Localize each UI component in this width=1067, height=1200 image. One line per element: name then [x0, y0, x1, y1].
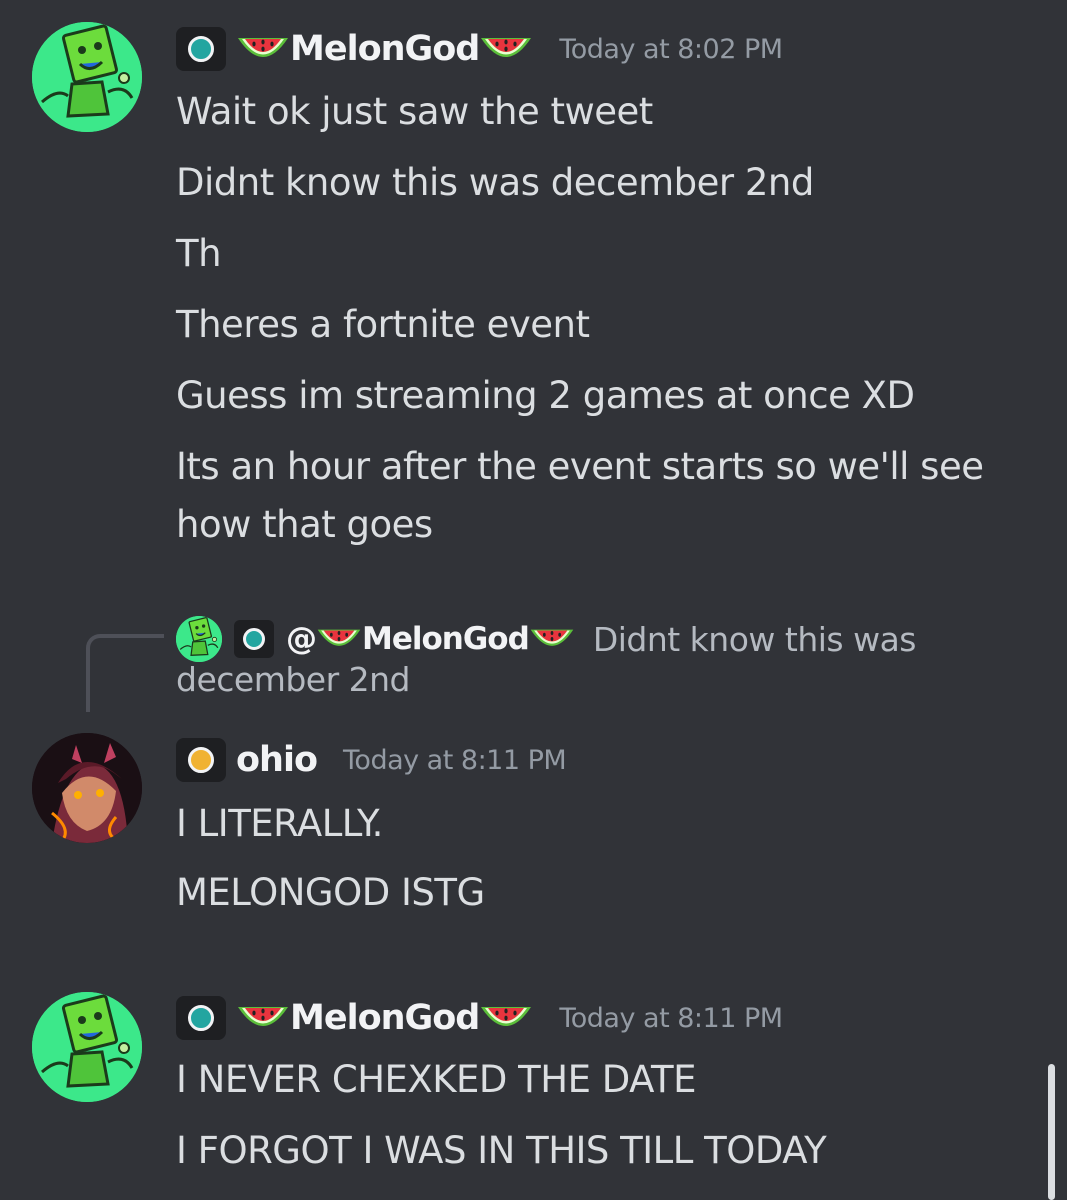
dark-character-avatar-icon: [32, 733, 142, 843]
message-line: I NEVER CHEXKED THE DATE: [176, 1058, 696, 1101]
watermelon-icon: [236, 1001, 290, 1035]
role-badge[interactable]: [176, 27, 226, 71]
username[interactable]: MelonGod: [290, 998, 480, 1038]
reply-connector: [86, 634, 164, 712]
username[interactable]: MelonGod: [290, 29, 480, 69]
reply-username: MelonGod: [362, 621, 530, 657]
watermelon-icon: [479, 1001, 533, 1035]
reply-avatar: [176, 616, 222, 662]
reply-preview: Didnt know this was: [592, 619, 917, 659]
avatar[interactable]: [32, 22, 142, 132]
timestamp[interactable]: Today at 8:11 PM: [559, 1003, 783, 1034]
reply-preview-continued: december 2nd: [176, 660, 411, 699]
watermelon-icon: [529, 624, 575, 654]
message-line: Didnt know this was december 2nd: [176, 161, 814, 204]
status-dot-icon: [188, 747, 214, 773]
watermelon-icon: [316, 624, 362, 654]
status-dot-icon: [243, 628, 265, 650]
message-line: I LITERALLY.: [176, 802, 383, 845]
green-robot-avatar-icon: [176, 616, 222, 662]
green-robot-avatar-icon: [32, 992, 142, 1102]
timestamp[interactable]: Today at 8:02 PM: [559, 34, 783, 65]
message-header: MelonGod Today at 8:11 PM: [176, 993, 783, 1043]
message-header: ohio Today at 8:11 PM: [176, 735, 567, 785]
green-robot-avatar-icon: [32, 22, 142, 132]
message-line: how that goes: [176, 503, 433, 546]
message-line: I FORGOT I WAS IN THIS TILL TODAY: [176, 1129, 827, 1172]
watermelon-icon: [236, 32, 290, 66]
avatar[interactable]: [32, 992, 142, 1102]
status-dot-icon: [188, 1005, 214, 1031]
message-line: Its an hour after the event starts so we…: [176, 445, 984, 488]
role-badge: [234, 620, 274, 658]
message-line: Wait ok just saw the tweet: [176, 90, 653, 133]
role-badge[interactable]: [176, 996, 226, 1040]
message-line: Th: [176, 232, 222, 275]
scrollbar[interactable]: [1048, 1064, 1055, 1200]
reply-mention: @: [286, 621, 317, 657]
username[interactable]: ohio: [236, 740, 318, 780]
watermelon-icon: [479, 32, 533, 66]
timestamp[interactable]: Today at 8:11 PM: [343, 745, 567, 776]
message-line: Guess im streaming 2 games at once XD: [176, 374, 915, 417]
role-badge[interactable]: [176, 738, 226, 782]
message-line: Theres a fortnite event: [176, 303, 590, 346]
message-header: MelonGod Today at 8:02 PM: [176, 24, 783, 74]
avatar[interactable]: [32, 733, 142, 843]
reply-reference[interactable]: @ MelonGod Didnt know this was: [176, 612, 917, 666]
status-dot-icon: [188, 36, 214, 62]
message-line: MELONGOD ISTG: [176, 871, 485, 914]
